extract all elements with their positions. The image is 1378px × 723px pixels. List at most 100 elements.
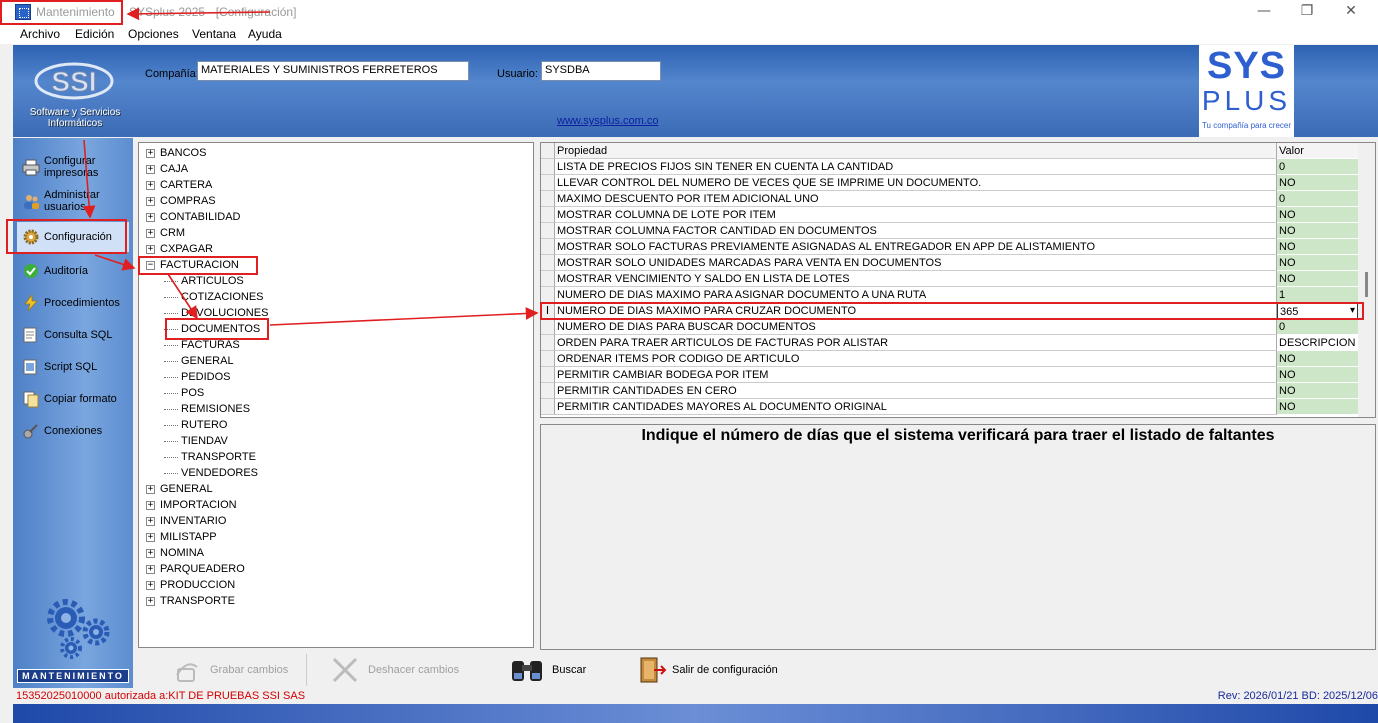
value-cell[interactable]: NO	[1277, 207, 1358, 223]
sidebar-item-script-sql[interactable]: Script SQL	[17, 352, 129, 382]
tree-node[interactable]: GENERAL	[146, 355, 268, 371]
tree-node[interactable]: + NOMINA	[146, 547, 268, 563]
expand-icon[interactable]: +	[146, 548, 155, 558]
grid-row[interactable]: LLEVAR CONTROL DEL NUMERO DE VECES QUE S…	[541, 175, 1359, 191]
grid-row[interactable]: MOSTRAR COLUMNA DE LOTE POR ITEM NO	[541, 207, 1359, 223]
value-cell[interactable]: NO	[1277, 175, 1358, 191]
tree-node[interactable]: PEDIDOS	[146, 371, 268, 387]
value-cell[interactable]: 0	[1277, 319, 1358, 335]
property-cell[interactable]: NUMERO DE DIAS MAXIMO PARA CRUZAR DOCUME…	[555, 303, 1277, 319]
collapse-icon[interactable]: −	[146, 260, 155, 270]
row-indicator[interactable]	[541, 255, 555, 271]
value-cell[interactable]: NO	[1277, 399, 1358, 415]
grid-row[interactable]: MAXIMO DESCUENTO POR ITEM ADICIONAL UNO 0	[541, 191, 1359, 207]
expand-icon[interactable]: +	[146, 484, 155, 494]
value-cell[interactable]: NO	[1277, 367, 1358, 383]
expand-icon[interactable]: +	[146, 516, 155, 526]
row-indicator[interactable]	[541, 399, 555, 415]
property-grid[interactable]: Propiedad Valor LISTA DE PRECIOS FIJOS S…	[540, 142, 1376, 418]
tree-node[interactable]: + GENERAL	[146, 483, 268, 499]
tree-node[interactable]: ARTICULOS	[146, 275, 268, 291]
row-indicator[interactable]	[541, 207, 555, 223]
tree-node[interactable]: VENDEDORES	[146, 467, 268, 483]
expand-icon[interactable]: +	[146, 212, 155, 222]
grid-row[interactable]: MOSTRAR SOLO FACTURAS PREVIAMENTE ASIGNA…	[541, 239, 1359, 255]
grid-row[interactable]: PERMITIR CANTIDADES MAYORES AL DOCUMENTO…	[541, 399, 1359, 415]
grid-row[interactable]: PERMITIR CANTIDADES EN CERO NO	[541, 383, 1359, 399]
sidebar-item-copiar-formato[interactable]: Copiar formato	[17, 384, 129, 414]
tree-node[interactable]: + MILISTAPP	[146, 531, 268, 547]
tree-node[interactable]: − FACTURACION	[146, 259, 268, 275]
grid-row[interactable]: MOSTRAR SOLO UNIDADES MARCADAS PARA VENT…	[541, 255, 1359, 271]
menu-ayuda[interactable]: Ayuda	[248, 27, 282, 41]
tree-node[interactable]: + PARQUEADERO	[146, 563, 268, 579]
tree-node[interactable]: RUTERO	[146, 419, 268, 435]
tree-node[interactable]: COTIZACIONES	[146, 291, 268, 307]
value-cell[interactable]: NO	[1277, 271, 1358, 287]
tree-node[interactable]: REMISIONES	[146, 403, 268, 419]
row-indicator[interactable]	[541, 319, 555, 335]
tree-node[interactable]: + TRANSPORTE	[146, 595, 268, 611]
save-changes-button[interactable]: Grabar cambios	[172, 654, 288, 686]
column-header-valor[interactable]: Valor	[1277, 143, 1358, 159]
module-tree[interactable]: + BANCOS + CAJA + CARTERA + COMPRAS + CONTABILIDA…	[138, 142, 534, 648]
app-icon[interactable]	[15, 4, 31, 20]
grid-row[interactable]: NUMERO DE DIAS MAXIMO PARA ASIGNAR DOCUM…	[541, 287, 1359, 303]
row-indicator[interactable]	[541, 335, 555, 351]
company-field[interactable]: MATERIALES Y SUMINISTROS FERRETEROS	[197, 61, 469, 81]
undo-changes-button[interactable]: Deshacer cambios	[330, 654, 459, 686]
value-cell[interactable]: NO	[1277, 223, 1358, 239]
row-indicator[interactable]: I	[541, 303, 555, 319]
row-indicator[interactable]	[541, 351, 555, 367]
row-indicator[interactable]	[541, 383, 555, 399]
tree-node[interactable]: FACTURAS	[146, 339, 268, 355]
tree-node[interactable]: + BANCOS	[146, 147, 268, 163]
value-cell[interactable]: 1	[1277, 287, 1358, 303]
row-indicator[interactable]	[541, 159, 555, 175]
row-indicator[interactable]	[541, 223, 555, 239]
menu-edicion[interactable]: Edición	[75, 27, 114, 41]
sidebar-item-procedimientos[interactable]: Procedimientos	[17, 288, 129, 318]
dropdown-arrow-icon[interactable]: ▾	[1350, 304, 1355, 318]
user-field[interactable]: SYSDBA	[541, 61, 661, 81]
expand-icon[interactable]: +	[146, 596, 155, 606]
exit-configuration-button[interactable]: Salir de configuración	[637, 654, 778, 686]
tree-node[interactable]: + INVENTARIO	[146, 515, 268, 531]
property-cell[interactable]: MOSTRAR SOLO UNIDADES MARCADAS PARA VENT…	[555, 255, 1277, 271]
expand-icon[interactable]: +	[146, 228, 155, 238]
value-cell[interactable]: NO	[1277, 255, 1358, 271]
value-cell[interactable]: NO	[1277, 383, 1358, 399]
expand-icon[interactable]: +	[146, 196, 155, 206]
expand-icon[interactable]: +	[146, 580, 155, 590]
property-cell[interactable]: MOSTRAR SOLO FACTURAS PREVIAMENTE ASIGNA…	[555, 239, 1277, 255]
column-header-propiedad[interactable]: Propiedad	[555, 143, 1277, 159]
grid-row[interactable]: MOSTRAR VENCIMIENTO Y SALDO EN LISTA DE …	[541, 271, 1359, 287]
tree-node[interactable]: + CONTABILIDAD	[146, 211, 268, 227]
tree-node[interactable]: + COMPRAS	[146, 195, 268, 211]
expand-icon[interactable]: +	[146, 244, 155, 254]
sidebar-item-auditoria[interactable]: Auditoría	[17, 256, 129, 286]
property-cell[interactable]: MOSTRAR COLUMNA DE LOTE POR ITEM	[555, 207, 1277, 223]
minimize-button[interactable]: —	[1241, 0, 1287, 24]
grid-row[interactable]: ORDENAR ITEMS POR CODIGO DE ARTICULO NO	[541, 351, 1359, 367]
row-indicator[interactable]	[541, 175, 555, 191]
tree-node[interactable]: + CRM	[146, 227, 268, 243]
property-cell[interactable]: ORDENAR ITEMS POR CODIGO DE ARTICULO	[555, 351, 1277, 367]
property-cell[interactable]: MOSTRAR COLUMNA FACTOR CANTIDAD EN DOCUM…	[555, 223, 1277, 239]
property-cell[interactable]: NUMERO DE DIAS MAXIMO PARA ASIGNAR DOCUM…	[555, 287, 1277, 303]
grid-row[interactable]: I NUMERO DE DIAS MAXIMO PARA CRUZAR DOCUM…	[541, 303, 1359, 319]
tree-node[interactable]: DOCUMENTOS	[146, 323, 268, 339]
tree-node[interactable]: + PRODUCCION	[146, 579, 268, 595]
tree-node[interactable]: DEVOLUCIONES	[146, 307, 268, 323]
expand-icon[interactable]: +	[146, 180, 155, 190]
tree-node[interactable]: TIENDAV	[146, 435, 268, 451]
close-button[interactable]: ✕	[1328, 0, 1374, 24]
property-cell[interactable]: LLEVAR CONTROL DEL NUMERO DE VECES QUE S…	[555, 175, 1277, 191]
menu-ventana[interactable]: Ventana	[192, 27, 236, 41]
tree-node[interactable]: TRANSPORTE	[146, 451, 268, 467]
property-cell[interactable]: ORDEN PARA TRAER ARTICULOS DE FACTURAS P…	[555, 335, 1277, 351]
value-cell[interactable]: NO	[1277, 351, 1358, 367]
expand-icon[interactable]: +	[146, 532, 155, 542]
tree-node[interactable]: + IMPORTACION	[146, 499, 268, 515]
sidebar-item-conexiones[interactable]: Conexiones	[17, 416, 129, 446]
